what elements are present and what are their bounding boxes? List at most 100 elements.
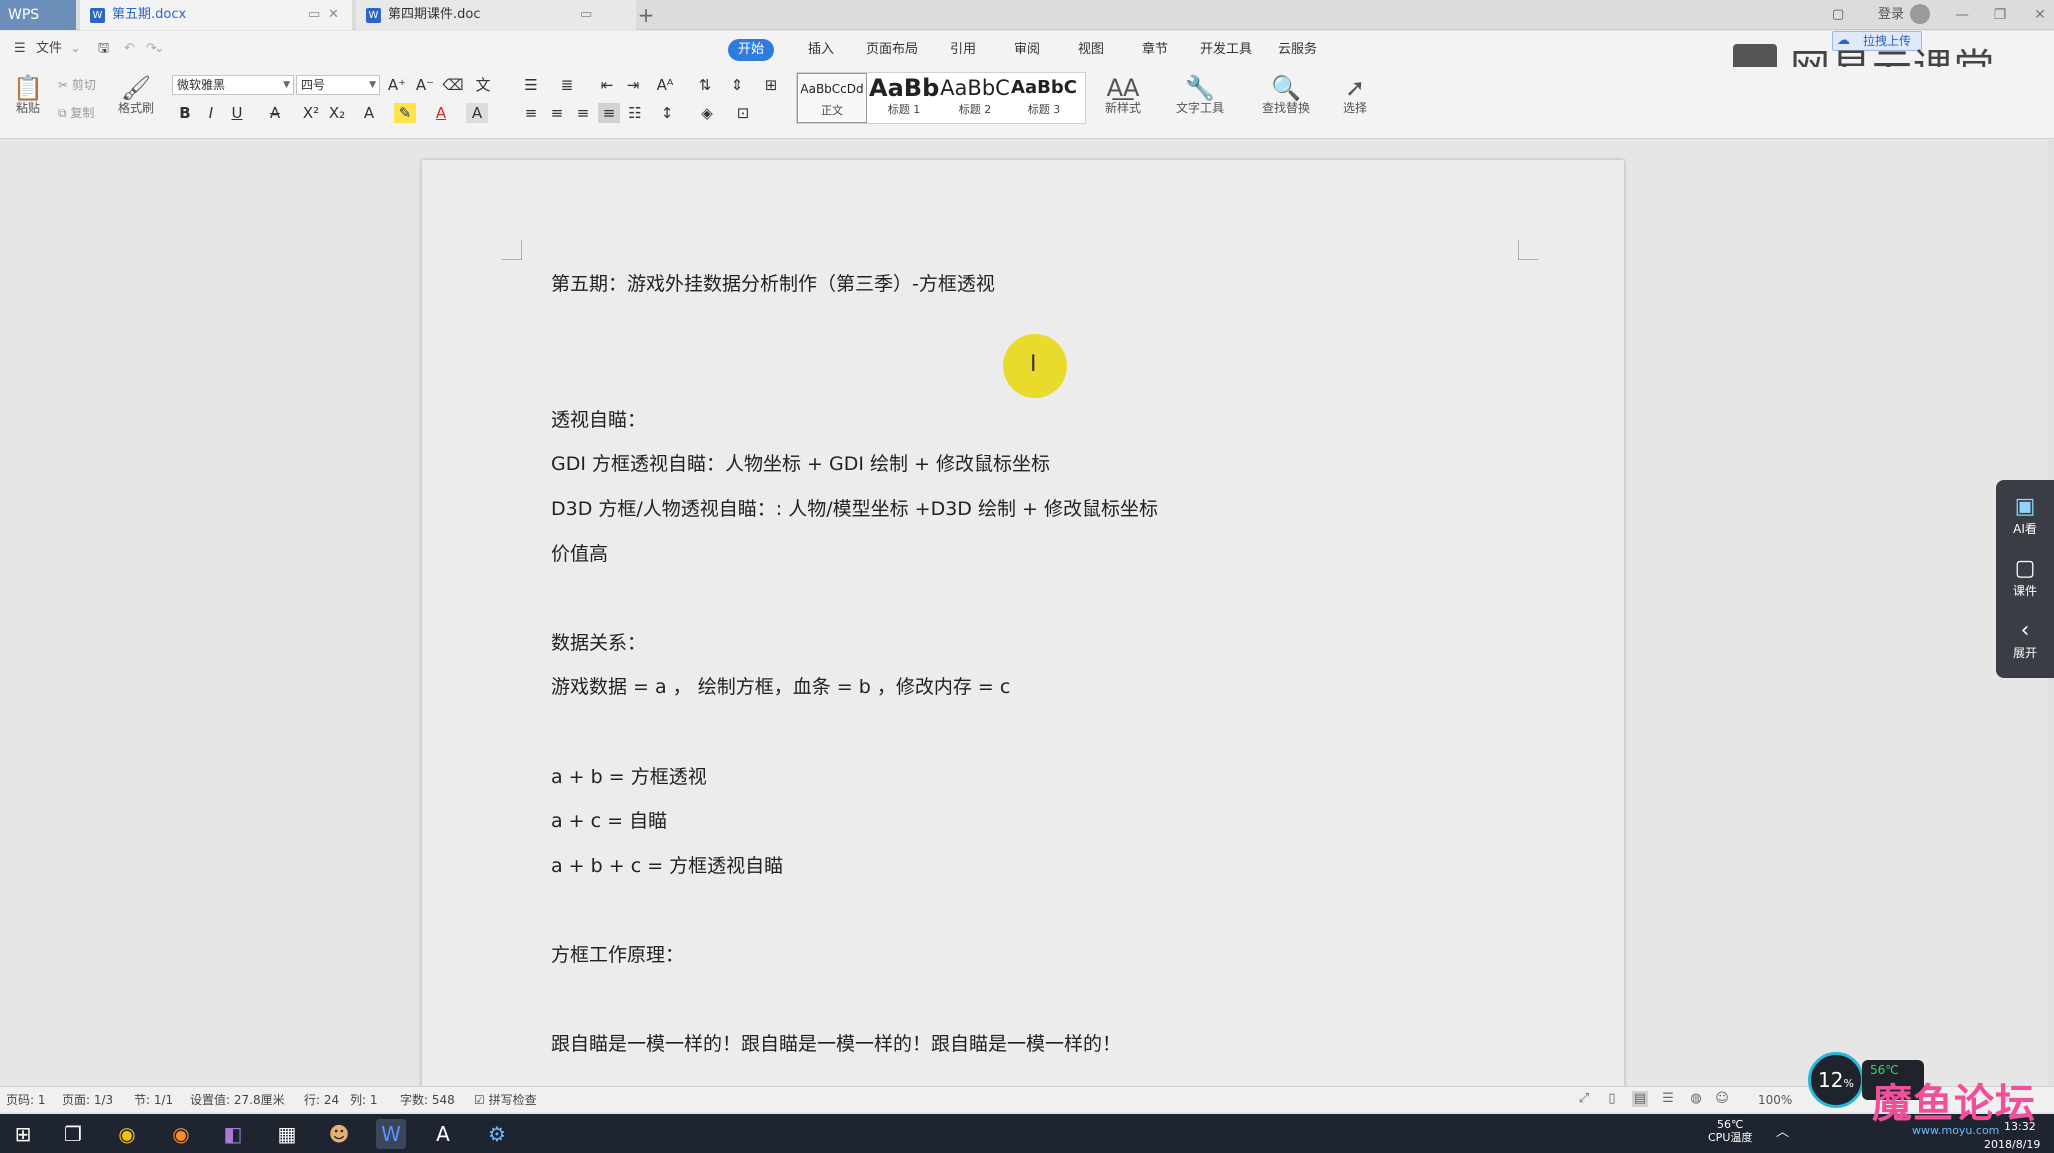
- pin-icon[interactable]: ▭: [308, 0, 320, 30]
- tab-second-document[interactable]: W 第四期课件.doc ▭: [356, 0, 636, 30]
- tray-chevron-up-icon[interactable]: ︿: [1776, 1126, 1789, 1139]
- text-app-icon[interactable]: A: [428, 1119, 458, 1149]
- doc-line[interactable]: 游戏数据 = a ， 绘制方框，血条 = b ，修改内存 = c: [551, 673, 1010, 701]
- outdent-icon[interactable]: ⇤: [596, 75, 618, 95]
- numbered-list-icon[interactable]: ≣: [556, 75, 578, 95]
- minimize-window-button[interactable]: —: [1952, 0, 1972, 30]
- menu-tab-layout[interactable]: 页面布局: [856, 39, 928, 61]
- underline-icon[interactable]: U: [226, 103, 248, 123]
- justify-icon[interactable]: ≡: [598, 103, 620, 123]
- find-replace-button[interactable]: 🔍 查找替换: [1250, 75, 1322, 115]
- new-style-button[interactable]: A͟A 新样式: [1092, 75, 1154, 115]
- italic-icon[interactable]: I: [200, 103, 222, 123]
- customize-icon[interactable]: ⌄: [154, 37, 165, 61]
- subscript-icon[interactable]: X₂: [326, 103, 348, 123]
- distributed-icon[interactable]: ☷: [624, 103, 646, 123]
- line-spacing-icon[interactable]: ⇕: [726, 75, 748, 95]
- case-icon[interactable]: Aᴬ: [654, 75, 676, 95]
- border-icon[interactable]: ⊡: [732, 103, 754, 123]
- gear-app-icon[interactable]: ⚙: [482, 1119, 512, 1149]
- wps-menu-button[interactable]: WPS: [0, 0, 76, 30]
- restore-window-button[interactable]: ❐: [1990, 0, 2010, 30]
- avatar-icon[interactable]: [1910, 4, 1930, 24]
- style-heading-3[interactable]: AaBbC 标题 3: [1009, 73, 1079, 123]
- highlight-icon[interactable]: ✎: [394, 103, 416, 123]
- doc-line[interactable]: 透视自瞄：: [551, 406, 646, 434]
- text-effect-icon[interactable]: A: [358, 103, 380, 123]
- spell-check-button[interactable]: ☑ 拼写检查: [474, 1087, 537, 1113]
- web-view-icon[interactable]: ◍: [1688, 1091, 1704, 1107]
- font-family-select[interactable]: 微软雅黑 ▼: [172, 75, 294, 95]
- doc-title-line[interactable]: 第五期：游戏外挂数据分析制作（第三季）-方框透视: [551, 270, 995, 298]
- outline-view-icon[interactable]: ☰: [1660, 1091, 1676, 1107]
- align-left-icon[interactable]: ≡: [520, 103, 542, 123]
- status-pages[interactable]: 页面: 1/3: [62, 1087, 113, 1113]
- app-avatar-icon[interactable]: ☻: [324, 1119, 354, 1149]
- style-heading-2[interactable]: AaBbC 标题 2: [939, 73, 1011, 123]
- menu-tab-home[interactable]: 开始: [728, 39, 775, 61]
- eye-care-icon[interactable]: ☺: [1714, 1091, 1730, 1107]
- doc-line[interactable]: a + b = 方框透视: [551, 763, 707, 791]
- style-heading-1[interactable]: AaBb 标题 1: [869, 73, 939, 123]
- font-size-select[interactable]: 四号 ▼: [296, 75, 380, 95]
- menu-tab-references[interactable]: 引用: [940, 39, 986, 61]
- wps-taskbar-icon[interactable]: W: [376, 1119, 406, 1149]
- ai-view-button[interactable]: ▣ AI看: [1996, 494, 2054, 537]
- hamburger-icon[interactable]: ☰: [14, 37, 26, 61]
- select-button[interactable]: ➚ 选择: [1330, 75, 1380, 115]
- menu-tab-developer[interactable]: 开发工具: [1190, 39, 1262, 61]
- char-shading-icon[interactable]: A: [466, 103, 488, 123]
- clear-format-icon[interactable]: ⌫: [442, 75, 464, 95]
- font-color-icon[interactable]: A: [430, 103, 452, 123]
- strikethrough-icon[interactable]: A: [264, 103, 286, 123]
- menu-tab-chapter[interactable]: 章节: [1132, 39, 1178, 61]
- align-right-icon[interactable]: ≡: [572, 103, 594, 123]
- undo-icon[interactable]: ↶: [124, 37, 135, 61]
- expand-button[interactable]: ‹ 展开: [1996, 618, 2054, 661]
- minimize-ribbon-icon[interactable]: ▢: [1832, 0, 1844, 30]
- grow-font-icon[interactable]: A⁺: [386, 75, 408, 95]
- firefox-icon[interactable]: ◉: [166, 1119, 196, 1149]
- indent-icon[interactable]: ⇥: [622, 75, 644, 95]
- table-icon[interactable]: ⊞: [760, 75, 782, 95]
- visual-studio-icon[interactable]: ◧: [218, 1119, 248, 1149]
- format-painter-button[interactable]: 🖌 格式刷: [114, 75, 158, 115]
- shrink-font-icon[interactable]: A⁻: [414, 75, 436, 95]
- new-tab-button[interactable]: +: [636, 0, 656, 30]
- tab-active-document[interactable]: W 第五期.docx ▭ ✕: [80, 0, 352, 30]
- page-view-icon[interactable]: ▤: [1632, 1091, 1648, 1107]
- close-tab-icon[interactable]: ✕: [328, 0, 339, 30]
- tray-date[interactable]: 2018/8/19: [1984, 1138, 2040, 1151]
- status-word-count[interactable]: 字数: 548: [400, 1087, 455, 1113]
- align-center-icon[interactable]: ≡: [546, 103, 568, 123]
- calculator-icon[interactable]: ▦: [272, 1119, 302, 1149]
- paste-button[interactable]: 📋 粘贴: [8, 75, 48, 115]
- chevron-down-icon[interactable]: ⌄: [70, 37, 81, 61]
- save-icon[interactable]: 🖫: [98, 37, 109, 61]
- doc-line[interactable]: 数据关系：: [551, 629, 646, 657]
- close-window-button[interactable]: ✕: [2030, 0, 2050, 30]
- doc-line[interactable]: 跟自瞄是一模一样的！跟自瞄是一模一样的！跟自瞄是一模一样的！: [551, 1030, 1121, 1058]
- phonetic-icon[interactable]: 文: [472, 75, 494, 95]
- file-menu[interactable]: 文件: [36, 37, 62, 61]
- read-mode-icon[interactable]: ▯: [1604, 1091, 1620, 1107]
- menu-tab-cloud[interactable]: 云服务: [1268, 39, 1327, 61]
- doc-line[interactable]: a + b + c = 方框透视自瞄: [551, 852, 783, 880]
- sort-icon[interactable]: ⇅: [694, 75, 716, 95]
- menu-tab-view[interactable]: 视图: [1068, 39, 1114, 61]
- doc-line[interactable]: 价值高: [551, 540, 608, 568]
- login-link[interactable]: 登录: [1878, 0, 1904, 30]
- cut-button[interactable]: ✂ 剪切: [58, 77, 96, 93]
- paragraph-spacing-icon[interactable]: ↕: [656, 103, 678, 123]
- courseware-button[interactable]: ▢ 课件: [1996, 556, 2054, 599]
- zoom-level[interactable]: 100%: [1758, 1087, 1792, 1113]
- copy-button[interactable]: ⧉ 复制: [58, 105, 94, 121]
- bullet-list-icon[interactable]: ☰: [520, 75, 542, 95]
- style-normal[interactable]: AaBbCcDd 正文: [797, 73, 867, 123]
- bold-icon[interactable]: B: [174, 103, 196, 123]
- windows-start-icon[interactable]: ⊞: [8, 1119, 38, 1149]
- doc-line[interactable]: a + c = 自瞄: [551, 807, 667, 835]
- pin-icon[interactable]: ▭: [580, 0, 592, 30]
- fullscreen-icon[interactable]: ⤢: [1576, 1091, 1592, 1107]
- task-view-icon[interactable]: ❐: [58, 1119, 88, 1149]
